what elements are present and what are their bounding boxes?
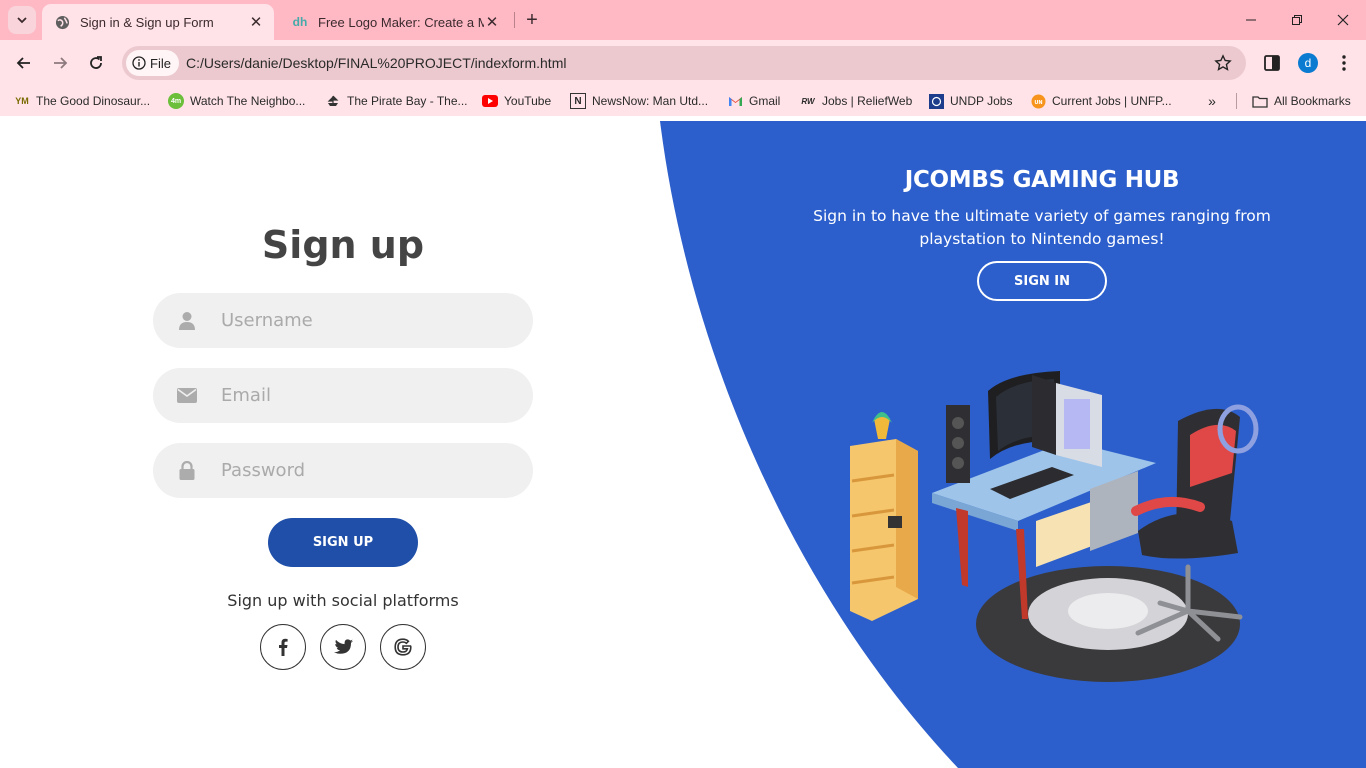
facebook-icon — [279, 638, 288, 656]
ym-icon: YM — [15, 96, 29, 106]
unfpa-icon: UN — [1030, 93, 1046, 109]
undp-icon — [928, 93, 944, 109]
address-bar[interactable]: File C:/Users/danie/Desktop/FINAL%20PROJ… — [122, 46, 1246, 80]
bookmark-undp[interactable]: UNDP Jobs — [928, 92, 1012, 110]
minimize-icon — [1246, 19, 1256, 21]
bookmark-label: Watch The Neighbo... — [190, 94, 306, 108]
plus-icon: + — [526, 8, 538, 31]
username-field — [153, 293, 533, 348]
browser-menu-button[interactable] — [1334, 53, 1354, 73]
new-tab-button[interactable]: + — [520, 8, 544, 32]
chevron-double-right-icon: » — [1208, 93, 1216, 109]
bookmark-newsnow[interactable]: N NewsNow: Man Utd... — [570, 92, 708, 110]
bookmark-label: YouTube — [504, 94, 552, 108]
user-icon — [153, 311, 221, 331]
close-icon[interactable]: ✕ — [484, 14, 500, 31]
newsnow-icon: N — [570, 93, 586, 109]
scheme-label: File — [150, 55, 171, 71]
globe-icon — [54, 14, 70, 30]
bookmark-label: NewsNow: Man Utd... — [592, 94, 709, 108]
site-info-chip[interactable]: File — [126, 50, 179, 76]
close-icon — [1337, 14, 1349, 26]
signup-title: Sign up — [261, 223, 425, 267]
twitter-icon — [333, 639, 353, 654]
bookmark-label: The Good Dinosaur... — [36, 94, 151, 108]
close-window-button[interactable] — [1320, 0, 1366, 40]
profile-avatar[interactable]: d — [1298, 53, 1318, 73]
bookmark-label: Gmail — [749, 94, 781, 108]
all-bookmarks-button[interactable]: All Bookmarks — [1252, 92, 1351, 110]
info-icon — [132, 56, 146, 70]
bookmarks-divider — [1236, 93, 1237, 109]
email-input[interactable] — [221, 385, 511, 406]
arrow-left-icon — [16, 57, 30, 69]
logo-maker-icon: dh — [292, 15, 308, 29]
lock-icon — [153, 461, 221, 480]
password-field — [153, 443, 533, 498]
bookmark-youtube[interactable]: YouTube — [482, 92, 551, 110]
side-panel-icon[interactable] — [1262, 53, 1282, 73]
google-button[interactable] — [380, 624, 426, 670]
google-icon — [394, 638, 412, 656]
browser-toolbar: File C:/Users/danie/Desktop/FINAL%20PROJ… — [0, 40, 1366, 86]
bookmarks-bar: YM The Good Dinosaur... 4m Watch The Nei… — [0, 86, 1366, 116]
tab-title: Free Logo Maker: Create a Modern Logo — [318, 14, 484, 30]
signup-button[interactable]: SIGN UP — [268, 518, 418, 567]
password-input[interactable] — [221, 460, 511, 481]
tab-search-button[interactable] — [8, 6, 36, 34]
bookmark-label: The Pirate Bay - The... — [347, 94, 468, 108]
youtube-icon — [482, 93, 498, 109]
tab-divider — [514, 12, 515, 28]
back-button[interactable] — [10, 49, 38, 77]
chevron-down-icon — [17, 17, 27, 24]
arrow-right-icon — [54, 57, 68, 69]
reliefweb-icon: RW — [801, 96, 815, 106]
bookmark-gmail[interactable]: Gmail — [727, 92, 780, 110]
restore-button[interactable] — [1274, 0, 1320, 40]
twitter-button[interactable] — [320, 624, 366, 670]
social-signup-text: Sign up with social platforms — [227, 591, 459, 610]
gmail-icon — [727, 93, 743, 109]
pirate-ship-icon — [325, 93, 341, 109]
folder-icon — [1252, 93, 1268, 109]
minimize-button[interactable] — [1228, 0, 1274, 40]
tab-title: Sign in & Sign up Form — [80, 14, 214, 30]
tab-strip: Sign in & Sign up Form ✕ dh Free Logo Ma… — [0, 0, 1366, 40]
tab-logo-maker[interactable]: dh Free Logo Maker: Create a Modern Logo… — [280, 4, 510, 40]
panel-description: Sign in to have the ultimate variety of … — [813, 207, 1271, 248]
close-icon[interactable]: ✕ — [248, 14, 264, 31]
bookmark-watch-neighbo[interactable]: 4m Watch The Neighbo... — [168, 92, 305, 110]
gaming-setup-illustration — [850, 371, 1259, 682]
reload-button[interactable] — [82, 49, 110, 77]
url-text: C:/Users/danie/Desktop/FINAL%20PROJECT/i… — [186, 55, 567, 71]
bookmark-unfpa[interactable]: UN Current Jobs | UNFP... — [1030, 92, 1172, 110]
bookmark-reliefweb[interactable]: RW Jobs | ReliefWeb — [800, 92, 912, 110]
reload-icon — [90, 56, 102, 69]
svg-text:UN: UN — [1034, 100, 1042, 106]
panel-title: JCOMBS GAMING HUB — [904, 167, 1180, 193]
forward-button[interactable] — [46, 49, 74, 77]
bookmark-good-dinosaur[interactable]: YM The Good Dinosaur... — [14, 92, 150, 110]
bookmark-label: UNDP Jobs — [950, 94, 1013, 108]
facebook-button[interactable] — [260, 624, 306, 670]
email-field — [153, 368, 533, 423]
restore-icon — [1292, 15, 1302, 25]
tab-signin-form[interactable]: Sign in & Sign up Form ✕ — [42, 4, 274, 40]
bookmark-star-icon[interactable] — [1214, 54, 1232, 72]
more-vertical-icon — [1342, 55, 1346, 71]
signin-button[interactable]: SIGN IN — [977, 261, 1107, 301]
bookmark-label: Jobs | ReliefWeb — [822, 94, 913, 108]
page-content: Sign up SIGN UP Sign up with social plat… — [0, 121, 1366, 768]
username-input[interactable] — [221, 310, 511, 331]
envelope-icon — [153, 388, 221, 403]
bookmark-label: All Bookmarks — [1274, 94, 1351, 108]
bookmark-label: Current Jobs | UNFP... — [1052, 94, 1172, 108]
bookmark-pirate-bay[interactable]: The Pirate Bay - The... — [325, 92, 468, 110]
more-bookmarks-button[interactable]: » — [1204, 92, 1220, 110]
4m-icon: 4m — [168, 93, 184, 109]
